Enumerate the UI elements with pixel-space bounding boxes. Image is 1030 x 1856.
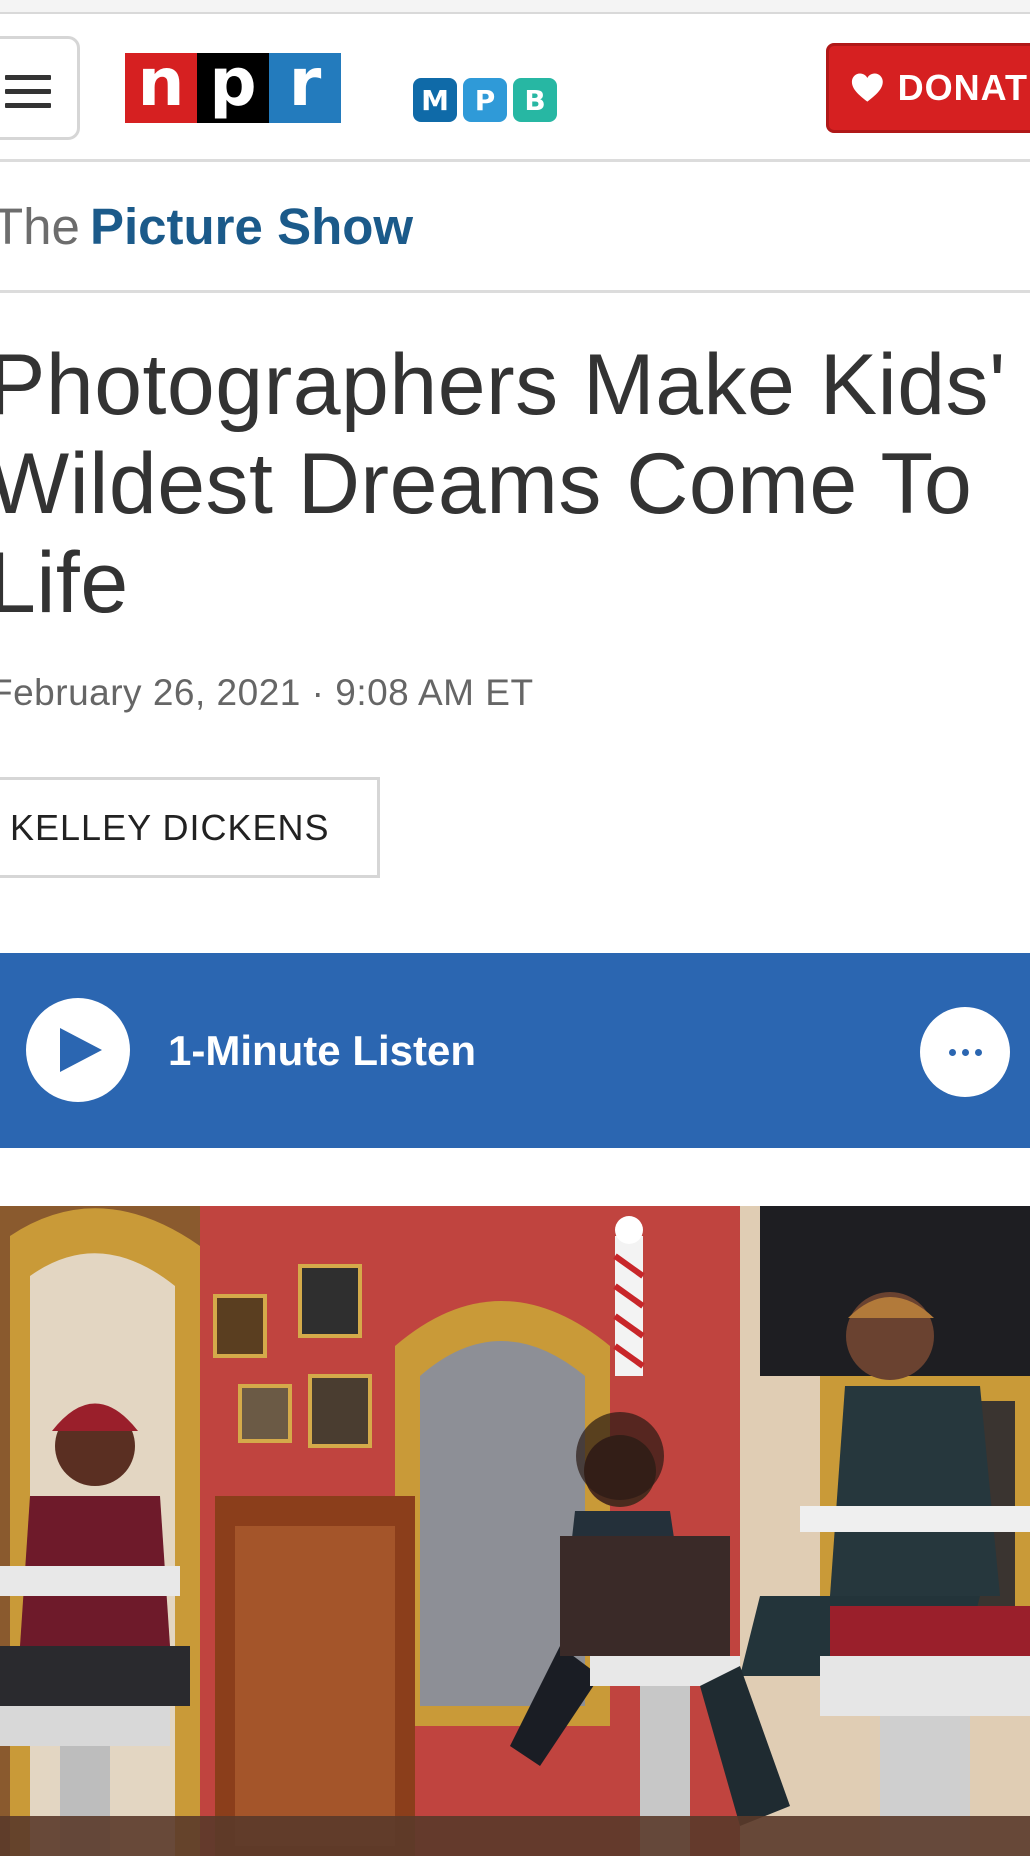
npr-logo[interactable]: n p r	[125, 50, 341, 123]
npr-logo-letter-r: r	[269, 50, 341, 123]
site-header: n p r M P B DONATE	[0, 14, 1030, 162]
station-logo-letter-m: M	[413, 78, 457, 122]
heart-icon	[851, 73, 883, 102]
play-icon	[60, 1028, 102, 1072]
ellipsis-icon-dot	[974, 1048, 982, 1056]
article-headline: Photographers Make Kids' Wildest Dreams …	[0, 337, 1006, 631]
section-title: The Picture Show	[0, 165, 1030, 293]
hamburger-icon	[5, 75, 51, 80]
author-byline[interactable]: KELLEY DICKENS	[0, 777, 380, 878]
listen-label: 1-Minute Listen	[168, 1027, 477, 1074]
article-photo[interactable]	[0, 1206, 1030, 1856]
top-edge	[0, 0, 1030, 14]
station-logo-letter-b: B	[513, 78, 557, 122]
station-logo-letter-p: P	[463, 78, 507, 122]
donate-label: DONATE	[897, 67, 1030, 108]
barbershop-photo	[0, 1206, 1030, 1856]
ellipsis-icon-dot	[961, 1048, 969, 1056]
menu-button[interactable]	[0, 36, 80, 140]
npr-logo-letter-p: p	[197, 50, 269, 123]
hamburger-icon-bar	[5, 89, 51, 94]
section-prefix: The	[0, 198, 80, 255]
author-name: KELLEY DICKENS	[10, 806, 330, 848]
play-button[interactable]	[26, 998, 130, 1102]
station-logo[interactable]: M P B	[413, 78, 557, 122]
section-link[interactable]: Picture Show	[90, 197, 413, 256]
more-options-button[interactable]	[920, 1007, 1010, 1097]
article-dateline: February 26, 2021 · 9:08 AM ET	[0, 672, 534, 713]
hamburger-icon-bar	[5, 103, 51, 108]
donate-button[interactable]: DONATE	[826, 43, 1030, 133]
npr-logo-letter-n: n	[125, 50, 197, 123]
audio-player: 1-Minute Listen	[0, 953, 1030, 1148]
ellipsis-icon	[948, 1048, 956, 1056]
